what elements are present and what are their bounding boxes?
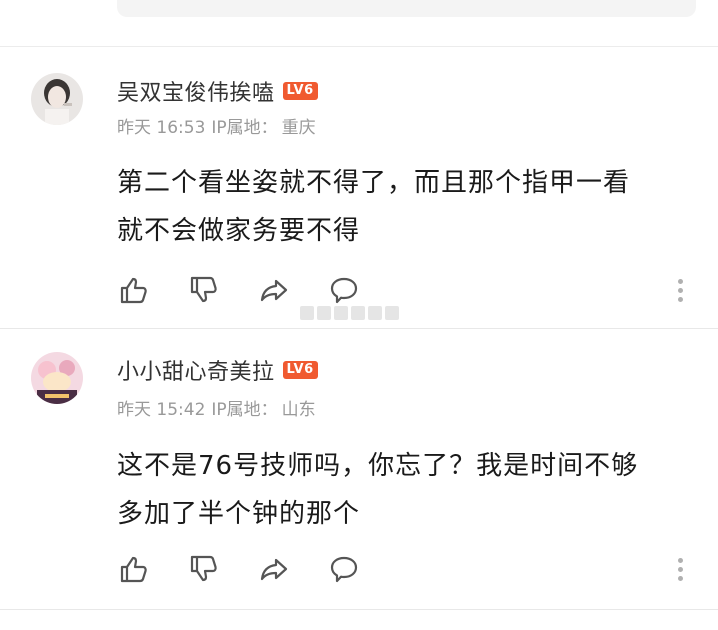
like-button[interactable] <box>117 273 151 307</box>
thumbs-down-icon <box>190 276 217 303</box>
more-options-button[interactable] <box>668 552 692 586</box>
comment-icon <box>330 556 358 583</box>
more-dot <box>677 575 683 581</box>
comment-item: 小小甜心奇美拉 LV6 昨天 15:42 IP属地： 山东 这不是76号技师吗，你忘… <box>0 330 718 608</box>
share-icon <box>260 558 288 581</box>
more-vertical-icon <box>677 557 683 563</box>
avatar[interactable] <box>31 352 83 404</box>
comment-text-line: 多加了半个钟的那个 <box>117 499 361 529</box>
reply-button[interactable] <box>327 552 361 586</box>
more-dot <box>677 566 683 572</box>
avatar-image <box>31 352 83 404</box>
comment-divider <box>0 328 718 329</box>
username[interactable]: 吴双宝俊伟挨嗑 <box>117 75 275 107</box>
reply-button[interactable] <box>327 273 361 307</box>
comment-text: 这不是76号技师吗，你忘了？我是时间不够 多加了半个钟的那个 <box>117 442 687 538</box>
more-options-button[interactable] <box>668 273 692 307</box>
more-dot <box>677 296 683 302</box>
previous-reply-card <box>117 0 696 17</box>
comment-meta: 昨天 15:42 IP属地： 山东 <box>117 395 322 420</box>
level-badge: LV6 <box>282 361 318 379</box>
comment-actions <box>117 552 397 586</box>
comment-actions <box>117 273 397 307</box>
avatar-image <box>31 73 83 125</box>
share-button[interactable] <box>257 552 291 586</box>
watermark <box>300 306 420 326</box>
thumbs-down-icon <box>190 555 217 582</box>
more-vertical-icon <box>677 278 683 284</box>
comment-text: 第二个看坐姿就不得了，而且那个指甲一看 就不会做家务要不得 <box>117 159 687 255</box>
ip-label: IP属地： <box>211 400 278 420</box>
comment-text-line: 这不是76号技师吗，你忘了？我是时间不够 <box>117 451 639 481</box>
name-row: 吴双宝俊伟挨嗑 LV6 <box>117 75 318 107</box>
ip-location: 重庆 <box>281 118 316 138</box>
dislike-button[interactable] <box>187 273 221 307</box>
ip-location: 山东 <box>281 400 316 420</box>
share-button[interactable] <box>257 273 291 307</box>
like-button[interactable] <box>117 552 151 586</box>
previous-comment-area <box>0 0 718 47</box>
ip-label: IP属地： <box>211 118 278 138</box>
comment-time: 昨天 15:42 <box>117 400 206 420</box>
username[interactable]: 小小甜心奇美拉 <box>117 354 275 386</box>
comment-time: 昨天 16:53 <box>117 118 206 138</box>
comment-divider <box>0 609 718 610</box>
thumbs-up-icon <box>120 556 147 583</box>
dislike-button[interactable] <box>187 552 221 586</box>
comment-icon <box>330 277 358 304</box>
more-dot <box>677 287 683 293</box>
comment-text-line: 第二个看坐姿就不得了，而且那个指甲一看 <box>117 168 631 198</box>
comment-item: 吴双宝俊伟挨嗑 LV6 昨天 16:53 IP属地： 重庆 第二个看坐姿就不得了，而… <box>0 47 718 328</box>
share-icon <box>260 279 288 302</box>
name-row: 小小甜心奇美拉 LV6 <box>117 354 318 386</box>
comment-meta: 昨天 16:53 IP属地： 重庆 <box>117 113 322 138</box>
level-badge: LV6 <box>282 82 318 100</box>
thumbs-up-icon <box>120 277 147 304</box>
avatar[interactable] <box>31 73 83 125</box>
comment-text-line: 就不会做家务要不得 <box>117 216 361 246</box>
